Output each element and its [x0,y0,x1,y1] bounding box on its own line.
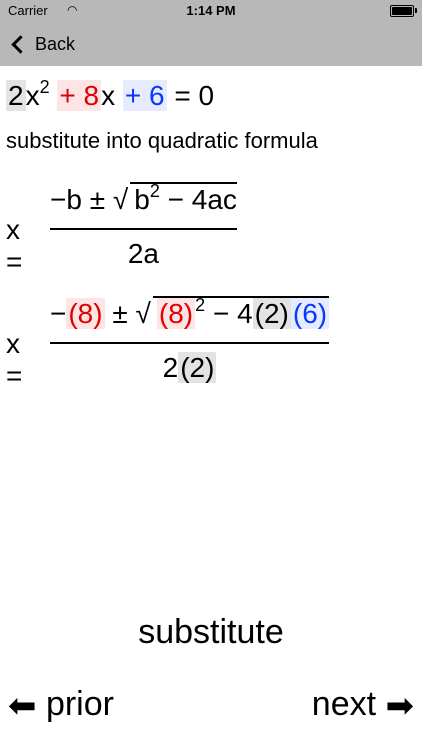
next-label: next [311,685,377,723]
plus-c: + 6 [122,80,167,111]
sqrt-symbol: √ [112,184,129,215]
fraction-bar [50,228,237,230]
radicand2: (8) 2 − 4(2) (6) [152,295,330,329]
battery-icon [390,5,414,17]
instruction-text: substitute into quadratic formula [6,128,318,153]
formula2-lhs: x = [6,328,23,391]
quadratic-equation: 2x2 + 8x + 6 = 0 [6,77,215,112]
navigation-bar: Back [0,22,422,66]
battery-tip [415,8,417,13]
left-arrow-icon: ⬅ [8,687,37,726]
prior-label: prior [45,685,114,723]
next-button[interactable]: next ➡ [312,685,414,726]
var-x: x [25,80,40,111]
numerator2: −(8) ± √ (8) 2 − 4(2) (6) [50,295,330,329]
var-x2: x [101,80,116,111]
prior-button[interactable]: ⬅ prior [8,685,114,726]
rhs: 0 [198,80,215,111]
neg-b-pm: −b ± [50,184,106,215]
b-value: (8) [66,298,105,329]
fraction: −b ± √ b2 − 4ac 2a [50,181,237,270]
exponent: 2 [39,77,50,97]
fraction2: −(8) ± √ (8) 2 − 4(2) (6) 2(2) [50,295,330,384]
c-value: (6) [290,298,330,329]
status-bar: Carrier ◠ 1:14 PM [0,0,422,22]
radicand: b2 − 4ac [130,181,237,215]
denominator2: 2(2) [162,352,217,383]
back-button[interactable]: Back [8,32,75,56]
plus-minus: ± [112,298,128,329]
step-label: substitute [138,613,284,651]
back-label: Back [35,33,76,54]
numerator: −b ± √ b2 − 4ac [50,181,237,224]
formula-lhs: x = [6,214,23,277]
fraction-bar2 [50,342,330,344]
coef-a: 2 [6,80,26,111]
plus-b: + 8 [57,80,102,111]
right-arrow-icon: ➡ [385,687,415,726]
equals: = [174,80,191,111]
denominator: 2a [127,238,160,269]
den-a-value: (2) [178,352,217,383]
status-time: 1:14 PM [186,3,236,18]
sqrt-symbol2: √ [135,298,151,329]
chevron-left-icon [11,34,30,54]
a-value: (2) [252,298,291,329]
